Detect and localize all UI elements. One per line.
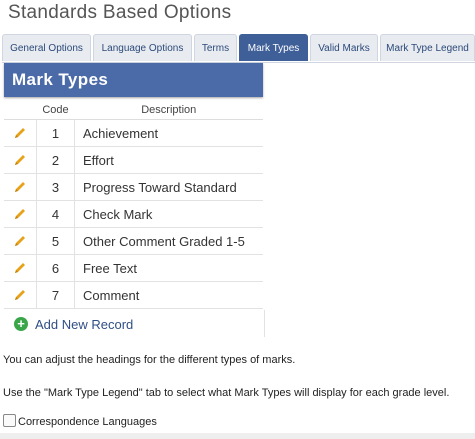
row-code: 7 xyxy=(36,281,75,309)
pencil-icon[interactable] xyxy=(12,287,28,303)
table-row: 3 Progress Toward Standard xyxy=(4,173,263,201)
pencil-icon[interactable] xyxy=(12,260,28,276)
table-row: 7 Comment xyxy=(4,281,263,309)
table-row: 4 Check Mark xyxy=(4,200,263,228)
row-code: 3 xyxy=(36,173,75,201)
table-row: 6 Free Text xyxy=(4,254,263,282)
row-code: 6 xyxy=(36,254,75,282)
row-description: Progress Toward Standard xyxy=(74,173,263,201)
row-code: 5 xyxy=(36,227,75,255)
help-text-legend: Use the "Mark Type Legend" tab to select… xyxy=(3,387,450,399)
page-title: Standards Based Options xyxy=(8,2,232,23)
code-column-header: Code xyxy=(36,100,75,120)
tab-general-options[interactable]: General Options xyxy=(2,34,91,61)
correspondence-languages-row: Correspondence Languages xyxy=(3,414,157,428)
plus-circle-icon[interactable]: + xyxy=(14,317,28,331)
add-new-record-link[interactable]: Add New Record xyxy=(35,310,133,340)
row-description: Free Text xyxy=(74,254,263,282)
edit-column-header xyxy=(4,100,37,120)
mark-types-table: Code Description 1 Achievement 2 Effort … xyxy=(4,100,263,309)
tab-terms[interactable]: Terms xyxy=(194,34,237,61)
row-code: 4 xyxy=(36,200,75,228)
table-row: 5 Other Comment Graded 1-5 xyxy=(4,227,263,255)
tab-valid-marks[interactable]: Valid Marks xyxy=(310,34,378,61)
pencil-icon[interactable] xyxy=(12,125,28,141)
table-row: 2 Effort xyxy=(4,146,263,174)
help-text-headings: You can adjust the headings for the diff… xyxy=(3,354,296,366)
pencil-icon[interactable] xyxy=(12,179,28,195)
row-code: 2 xyxy=(36,146,75,174)
tab-mark-type-legend[interactable]: Mark Type Legend xyxy=(380,34,475,61)
panel-title: Mark Types xyxy=(4,63,263,97)
pencil-icon[interactable] xyxy=(12,152,28,168)
row-description: Achievement xyxy=(74,119,263,147)
pencil-icon[interactable] xyxy=(12,206,28,222)
row-code: 1 xyxy=(36,119,75,147)
pencil-icon[interactable] xyxy=(12,233,28,249)
bottom-divider xyxy=(0,433,475,439)
correspondence-languages-label[interactable]: Correspondence Languages xyxy=(18,416,157,428)
description-column-header: Description xyxy=(74,100,263,120)
tab-bar: General Options Language Options Terms M… xyxy=(2,34,475,63)
tab-mark-types[interactable]: Mark Types xyxy=(239,34,308,61)
tab-language-options[interactable]: Language Options xyxy=(93,34,192,61)
table-header-row: Code Description xyxy=(4,100,263,120)
table-row: 1 Achievement xyxy=(4,119,263,147)
row-description: Check Mark xyxy=(74,200,263,228)
add-new-record-row[interactable]: + Add New Record xyxy=(4,310,265,337)
row-description: Effort xyxy=(74,146,263,174)
row-description: Comment xyxy=(74,281,263,309)
row-description: Other Comment Graded 1-5 xyxy=(74,227,263,255)
correspondence-languages-checkbox[interactable] xyxy=(3,414,16,427)
